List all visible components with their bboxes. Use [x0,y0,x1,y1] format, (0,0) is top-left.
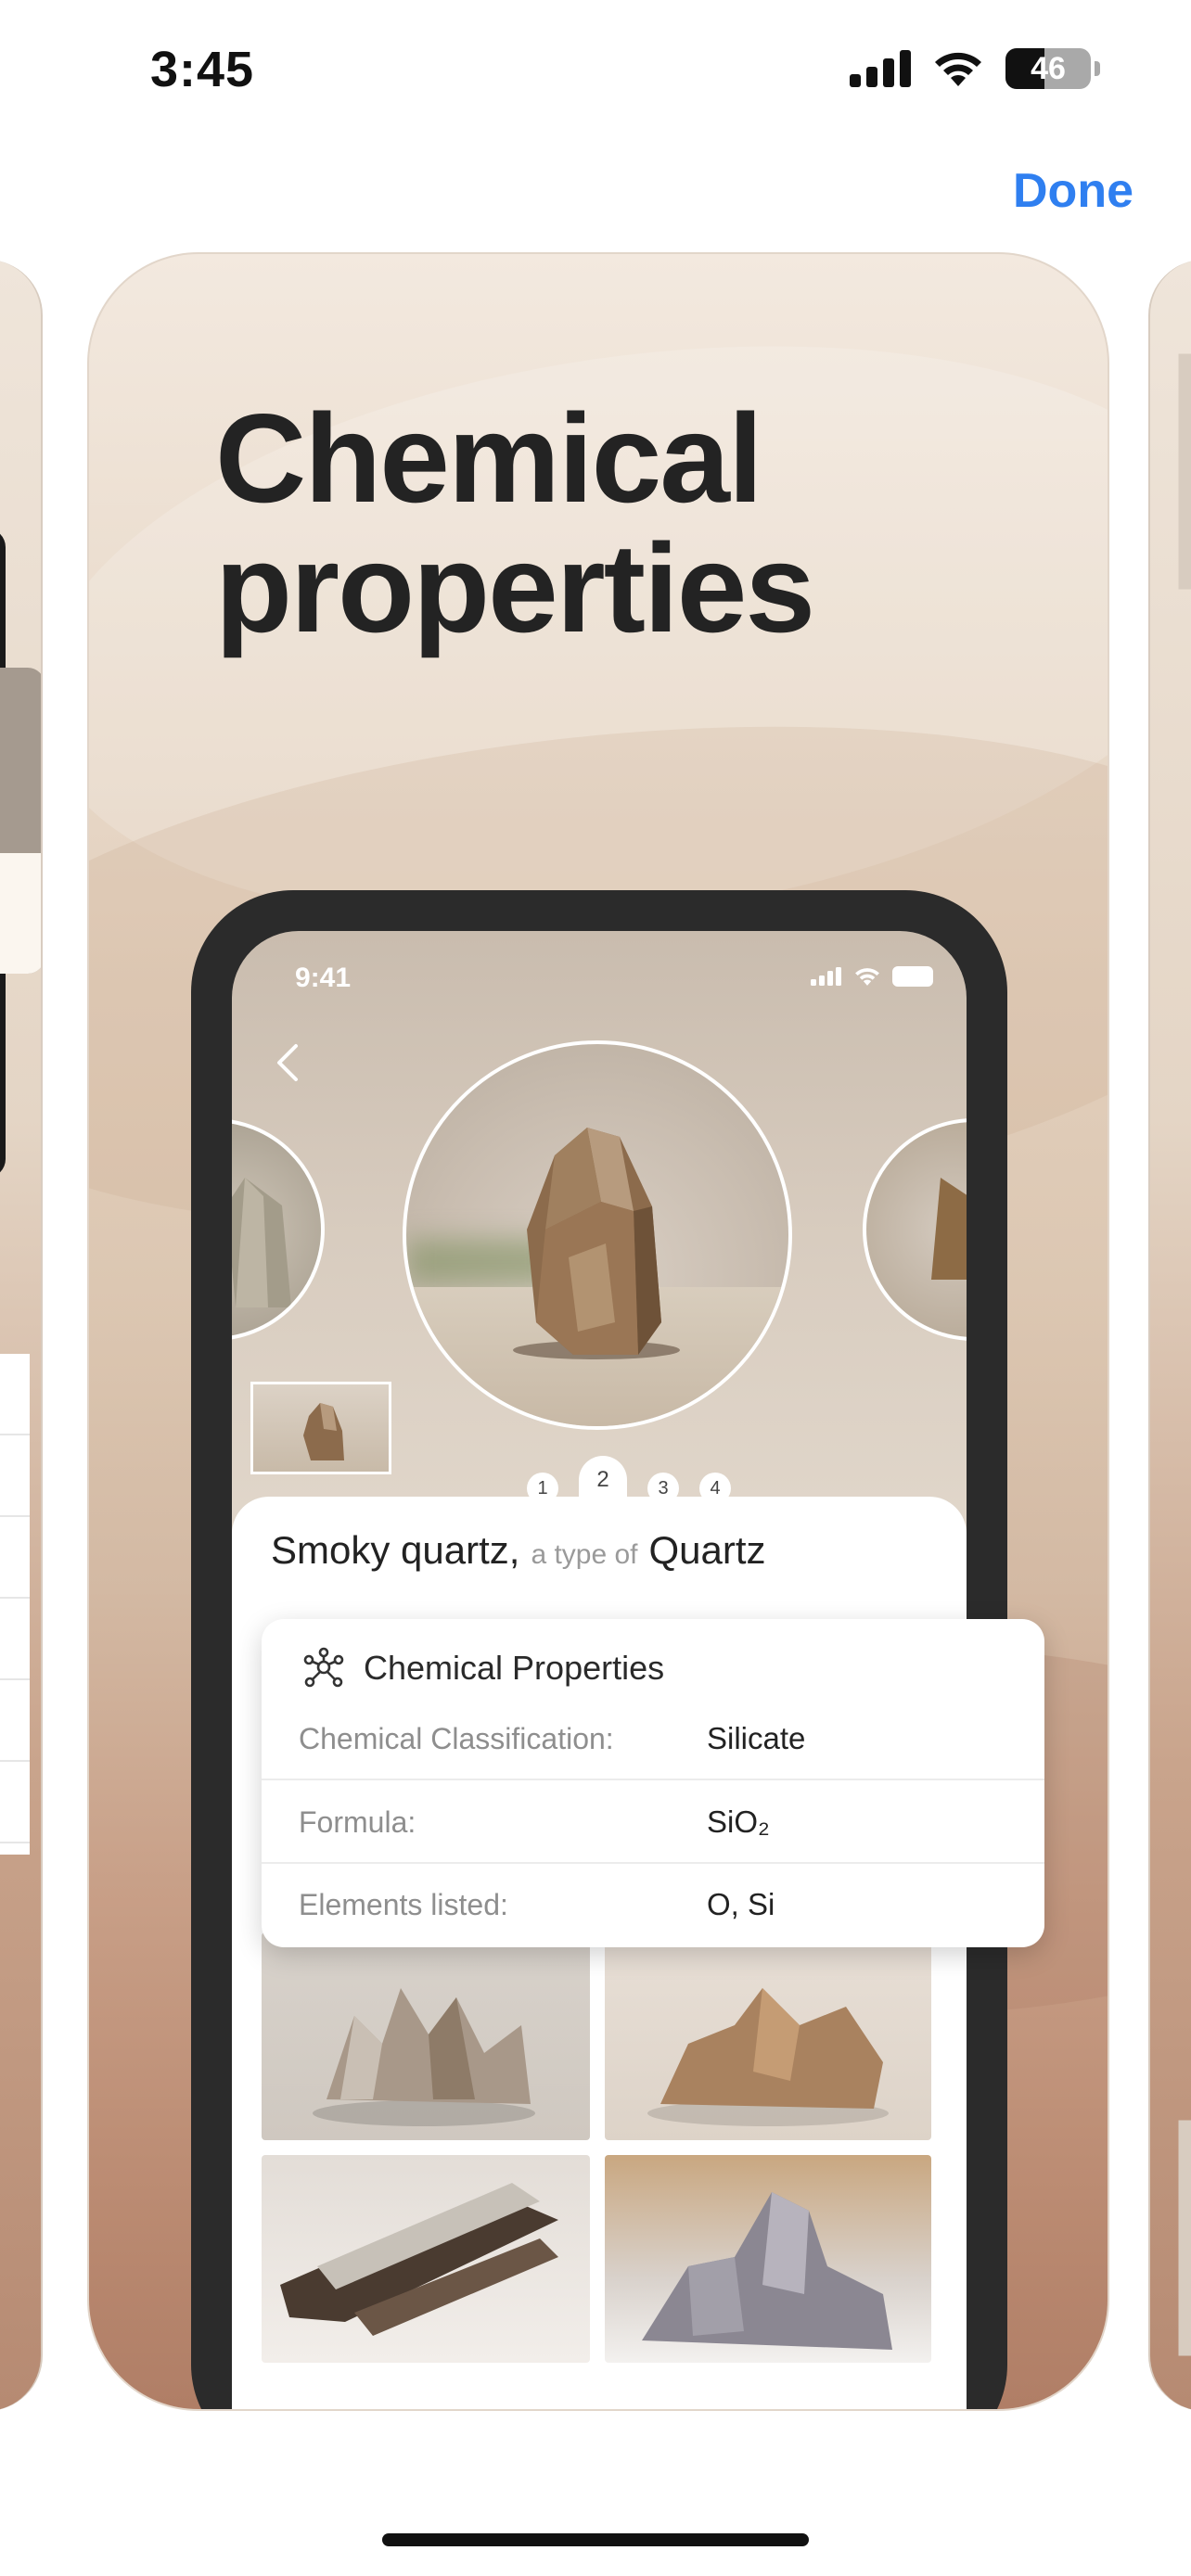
cellular-signal-icon [811,967,841,986]
crystal-cluster-photo [647,1988,889,2126]
previous-card-panel [0,668,41,974]
photo-carousel-item[interactable] [863,1118,967,1341]
photo-carousel-item-selected[interactable] [403,1040,792,1430]
mineral-name: Smoky quartz, a type of Quartz [271,1528,766,1573]
crystal-photo [232,1178,291,1307]
gallery-photo[interactable] [605,1932,931,2140]
cellular-signal-icon [850,50,911,87]
crystal-cluster-photo [313,1988,535,2126]
back-button[interactable] [260,1035,315,1090]
next-screenshot-card[interactable] [1148,260,1191,2411]
done-button[interactable]: Done [1013,163,1133,219]
property-value: O, Si [707,1887,775,1921]
wifi-icon [935,52,981,86]
battery-tip [1095,61,1100,76]
wifi-icon [855,968,879,986]
status-icons: 46 [850,48,1100,89]
property-label: Elements listed: [299,1887,508,1921]
property-label: Chemical Classification: [299,1721,614,1755]
property-row-elements: Elements listed: O, Si [262,1864,1044,1945]
property-label: Formula: [299,1804,416,1839]
mineral-type-of: a type of [531,1539,638,1570]
mineral-variety: Smoky quartz, [271,1528,520,1572]
status-time: 3:45 [150,42,255,97]
card-title: Chemical properties [215,388,815,658]
mock-phone-time: 9:41 [295,963,352,993]
property-row-classification: Chemical Classification: Silicate [262,1699,1044,1780]
card-title-line1: Chemical [215,388,763,529]
molecule-icon [303,1647,344,1688]
photo-thumbnail[interactable] [250,1382,391,1474]
chemical-properties-card: Chemical Properties Chemical Classificat… [262,1619,1044,1947]
battery-icon [892,966,933,987]
battery-icon: 46 [1005,48,1091,89]
battery-percentage: 46 [1031,50,1066,86]
photo-grid [262,1932,931,2363]
chemical-properties-title: Chemical Properties [364,1649,665,1687]
mineral-type-link[interactable]: Quartz [649,1528,766,1573]
photo-carousel-item[interactable] [232,1118,325,1341]
property-value: SiO₂ [707,1804,770,1839]
previous-screenshot-card[interactable] [0,260,43,2411]
property-value: Silicate [707,1721,806,1755]
gallery-photo[interactable] [262,1932,590,2140]
smoky-quartz-thumbnail [303,1403,344,1460]
gallery-photo[interactable] [262,2155,590,2363]
smoky-quartz-photo [513,1128,680,1359]
crystal-cluster-photo [642,2192,892,2350]
crystal-photo [931,1178,967,1280]
chevron-left-icon [277,1044,298,1081]
previous-card-rows [0,1354,30,1855]
mock-phone-status-icons [811,966,933,987]
property-row-formula: Formula: SiO₂ [262,1782,1044,1864]
card-title-line2: properties [215,517,815,658]
home-indicator[interactable] [382,2533,809,2546]
gallery-photo[interactable] [605,2155,931,2363]
screenshot-card: Chemical properties 9:41 1 2 3 4 Smoky q… [87,252,1109,2411]
chemical-properties-header: Chemical Properties [301,1647,664,1690]
crystal-cluster-photo [280,2183,558,2336]
